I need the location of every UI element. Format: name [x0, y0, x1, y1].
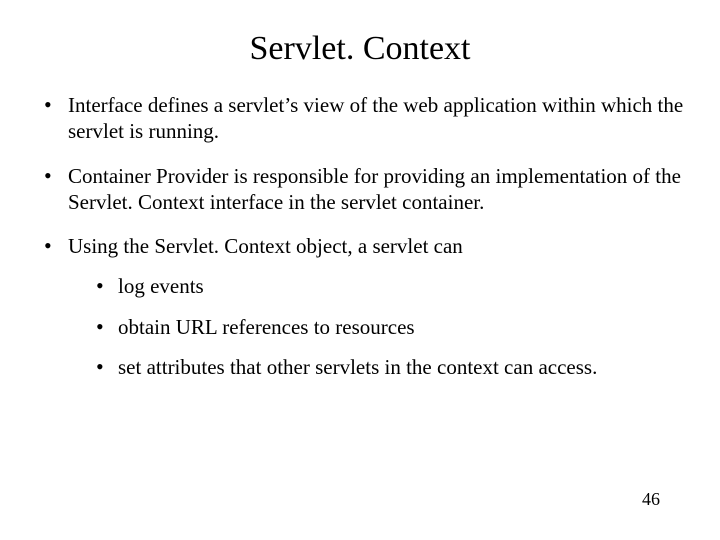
list-item: Using the Servlet. Context object, a ser…	[40, 233, 690, 380]
sub-list-item-text: set attributes that other servlets in th…	[118, 355, 597, 379]
slide-title: Servlet. Context	[30, 30, 690, 68]
sub-bullet-list: log events obtain URL references to reso…	[68, 273, 690, 380]
list-item: Container Provider is responsible for pr…	[40, 163, 690, 216]
bullet-list: Interface defines a servlet’s view of th…	[30, 92, 690, 380]
list-item-text: Using the Servlet. Context object, a ser…	[68, 234, 463, 258]
sub-list-item: obtain URL references to resources	[96, 314, 690, 340]
sub-list-item: set attributes that other servlets in th…	[96, 354, 690, 380]
slide: Servlet. Context Interface defines a ser…	[0, 0, 720, 540]
sub-list-item-text: obtain URL references to resources	[118, 315, 415, 339]
list-item: Interface defines a servlet’s view of th…	[40, 92, 690, 145]
sub-list-item: log events	[96, 273, 690, 299]
list-item-text: Container Provider is responsible for pr…	[68, 164, 681, 214]
list-item-text: Interface defines a servlet’s view of th…	[68, 93, 683, 143]
sub-list-item-text: log events	[118, 274, 204, 298]
page-number: 46	[642, 489, 660, 510]
